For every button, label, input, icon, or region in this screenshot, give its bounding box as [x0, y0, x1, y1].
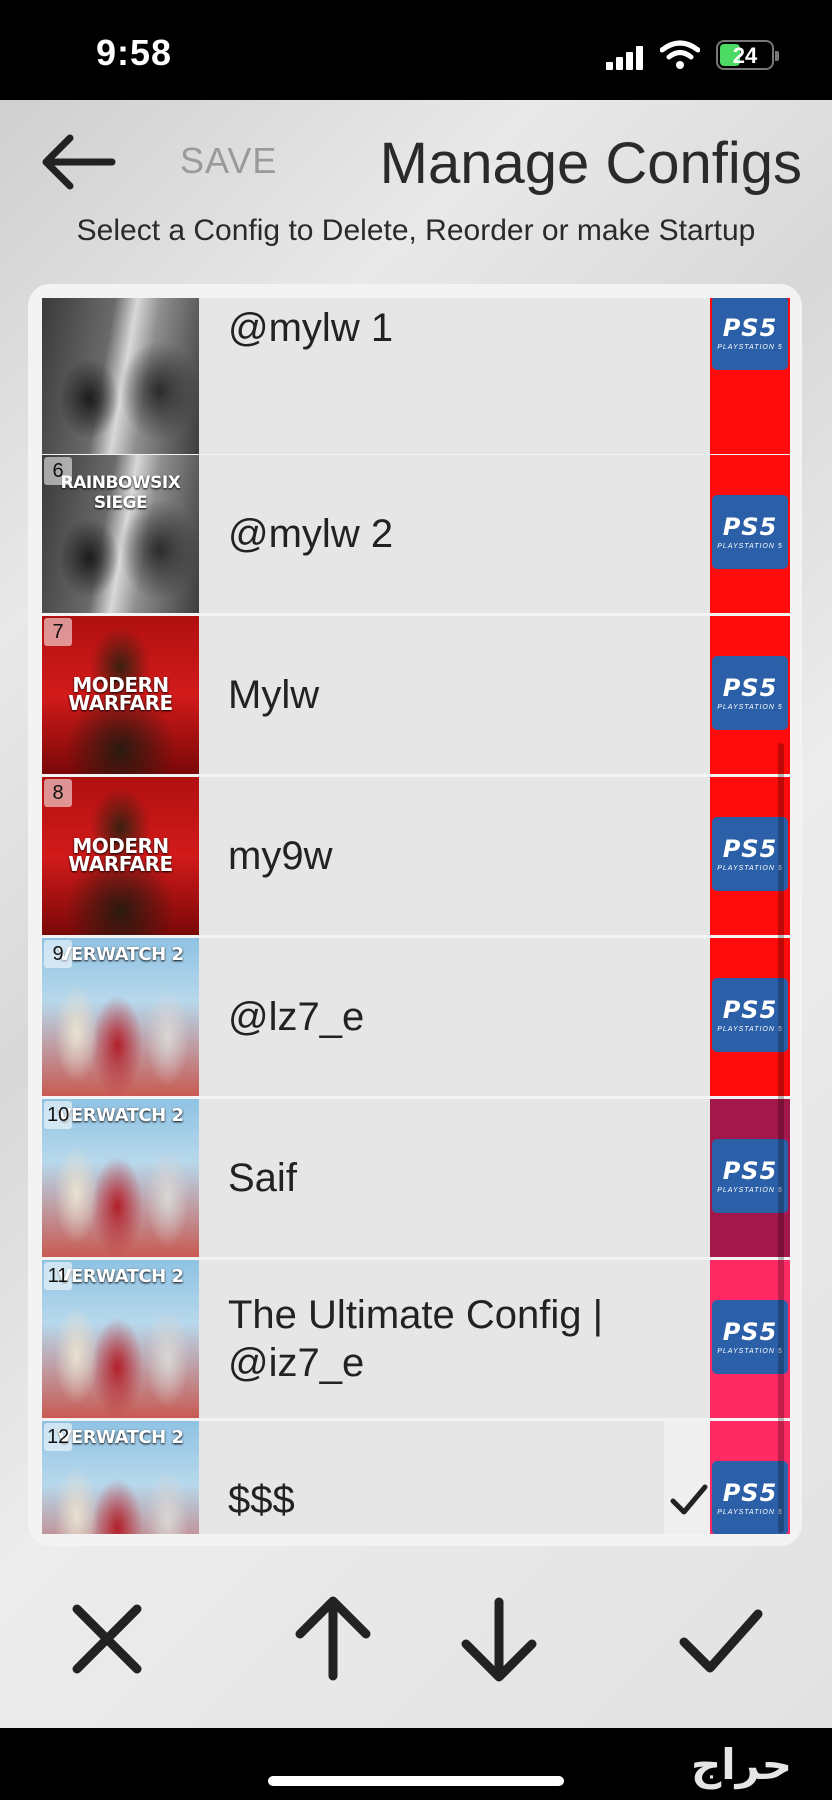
config-name: $$$ — [228, 1478, 295, 1522]
wifi-icon — [660, 40, 700, 69]
config-number: 11 — [44, 1262, 72, 1290]
game-thumbnail: VERWATCH 2 12 — [42, 1421, 199, 1534]
ps5-platform-icon: PS5 PLAYSTATION 5 — [712, 1139, 788, 1213]
arrow-up-icon[interactable] — [278, 1584, 388, 1694]
check-icon[interactable] — [666, 1584, 776, 1694]
ps5-platform-icon: PS5 PLAYSTATION 5 — [712, 298, 788, 370]
close-icon[interactable] — [52, 1584, 162, 1694]
ps5-platform-icon: PS5 PLAYSTATION 5 — [712, 817, 788, 891]
battery-level: 24 — [732, 43, 758, 68]
ps5-platform-icon: PS5 PLAYSTATION 5 — [712, 656, 788, 730]
home-indicator[interactable] — [268, 1776, 564, 1786]
config-row[interactable]: MODERN WARFARE 7 Mylw PS5 PLAYSTATION 5 — [42, 616, 790, 774]
watermark: حراج — [690, 1741, 792, 1788]
config-row[interactable]: VERWATCH 2 9 @lz7_e PS5 PLAYSTATION 5 — [42, 938, 790, 1096]
config-row-startup[interactable]: VERWATCH 2 12 $$$ PS5 PLAYSTATION 5 — [42, 1421, 790, 1534]
config-number: 8 — [44, 779, 72, 807]
game-thumbnail: MODERN WARFARE 8 — [42, 777, 199, 935]
config-color-strip[interactable]: PS5 PLAYSTATION 5 — [710, 298, 790, 454]
game-thumbnail: RAINBOWSIX SIEGE 6 — [42, 455, 199, 613]
signal-icon — [606, 46, 644, 70]
game-banner: MODERN WARFARE — [68, 673, 173, 715]
page-title: Manage Configs — [379, 131, 802, 196]
ps5-platform-icon: PS5 PLAYSTATION 5 — [712, 1461, 788, 1534]
game-thumbnail: MODERN WARFARE 7 — [42, 616, 199, 774]
config-name: my9w — [228, 834, 333, 878]
ps5-platform-icon: PS5 PLAYSTATION 5 — [712, 1300, 788, 1374]
ps5-platform-icon: PS5 PLAYSTATION 5 — [712, 495, 788, 569]
bottom-toolbar — [0, 1584, 832, 1714]
ps5-platform-icon: PS5 PLAYSTATION 5 — [712, 978, 788, 1052]
config-name: The Ultimate Config | @iz7_e — [228, 1293, 603, 1385]
config-name: Saif — [228, 1156, 297, 1200]
config-name: @mylw 1 — [228, 306, 394, 350]
back-arrow-icon[interactable] — [38, 130, 118, 194]
config-number: 10 — [44, 1101, 73, 1129]
save-button[interactable]: SAVE — [180, 140, 277, 182]
config-number: 7 — [44, 618, 72, 646]
startup-check-icon — [670, 1484, 708, 1515]
game-banner: MODERN WARFARE — [68, 834, 173, 876]
config-row[interactable]: RAINBOWSIX SIEGE 6 @mylw 2 PS5 PLAYSTATIO… — [42, 455, 790, 613]
config-number: 6 — [44, 457, 72, 485]
list-scrollbar[interactable] — [778, 743, 784, 1533]
config-row[interactable]: MODERN WARFARE 8 my9w PS5 PLAYSTATION 5 — [42, 777, 790, 935]
config-name: Mylw — [228, 673, 320, 717]
config-color-strip[interactable]: PS5 PLAYSTATION 5 — [710, 455, 790, 613]
game-thumbnail: VERWATCH 2 9 — [42, 938, 199, 1096]
game-thumbnail: VERWATCH 2 11 — [42, 1260, 199, 1418]
config-name: @lz7_e — [228, 995, 365, 1039]
status-time: 9:58 — [96, 32, 173, 73]
page-subtitle: Select a Config to Delete, Reorder or ma… — [76, 214, 756, 247]
status-bar: 9:58 24 — [0, 0, 832, 100]
config-row[interactable]: VERWATCH 2 10 Saif PS5 PLAYSTATION 5 — [42, 1099, 790, 1257]
arrow-down-icon[interactable] — [444, 1584, 554, 1694]
config-name: @mylw 2 — [228, 512, 394, 556]
config-row[interactable]: @mylw 1 PS5 PLAYSTATION 5 — [42, 298, 790, 454]
config-list-card: @mylw 1 PS5 PLAYSTATION 5 RAINBOWSIX SIEG… — [28, 284, 802, 1546]
manage-configs-screen: SAVE Manage Configs Select a Config to D… — [0, 100, 832, 1728]
config-number: 12 — [44, 1423, 73, 1451]
game-thumbnail — [42, 298, 199, 454]
config-row[interactable]: VERWATCH 2 11 The Ultimate Config | @iz7… — [42, 1260, 790, 1418]
game-thumbnail: VERWATCH 2 10 — [42, 1099, 199, 1257]
home-bar: حراج — [0, 1728, 832, 1800]
battery-icon: 24 — [716, 40, 779, 70]
config-list[interactable]: @mylw 1 PS5 PLAYSTATION 5 RAINBOWSIX SIEG… — [42, 298, 790, 1534]
startup-indicator[interactable] — [664, 1421, 712, 1534]
config-number: 9 — [44, 940, 72, 968]
